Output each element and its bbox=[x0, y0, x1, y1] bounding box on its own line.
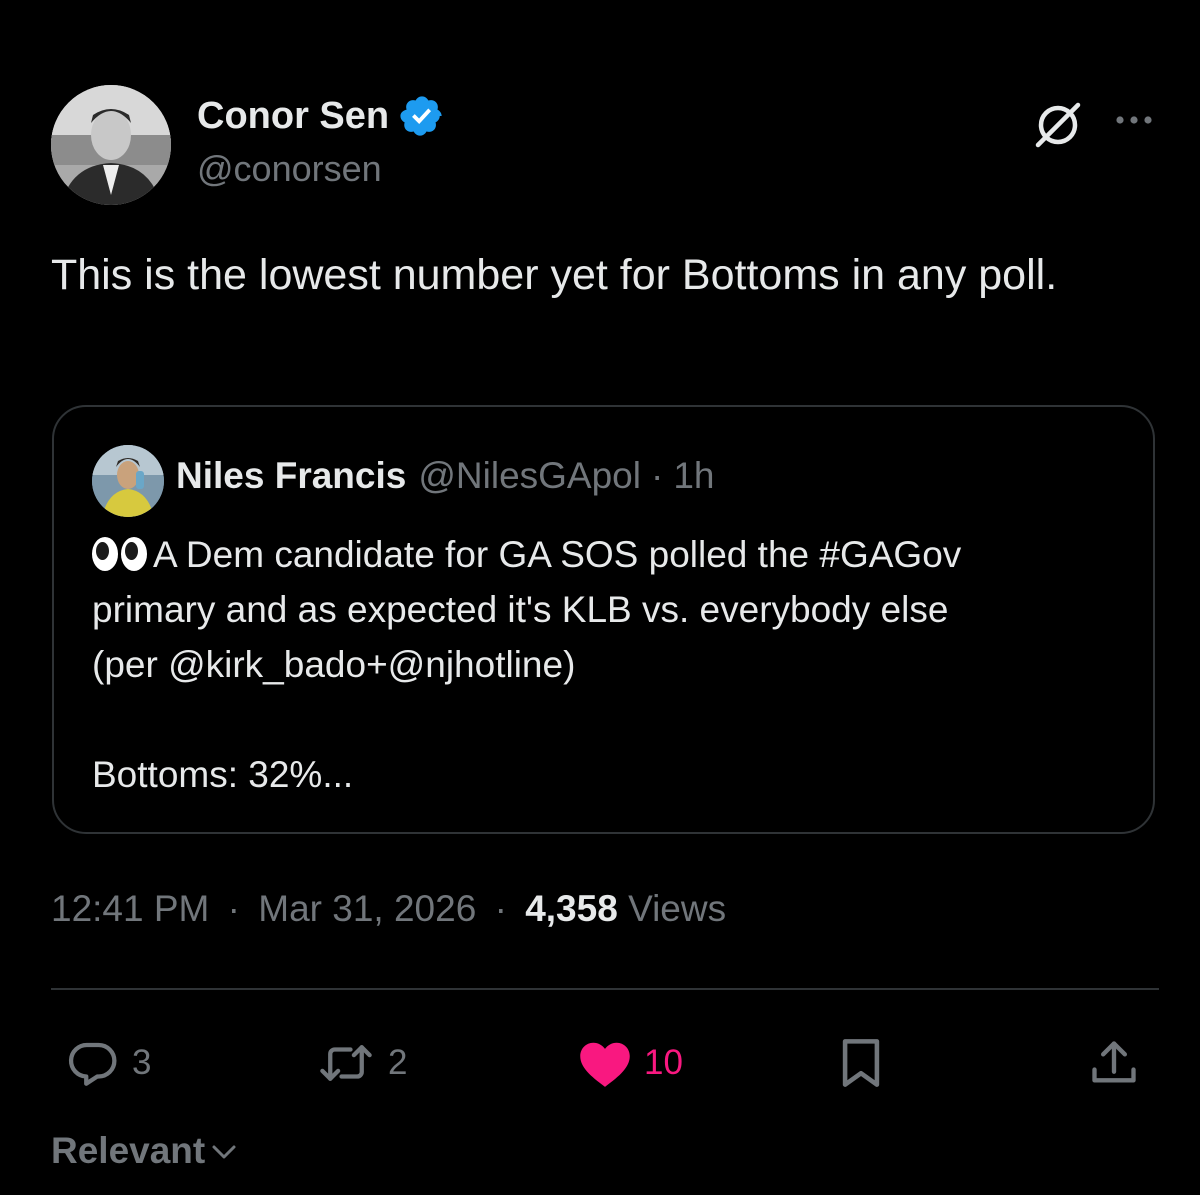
views-count: 4,358 bbox=[525, 888, 618, 929]
quoted-author-avatar[interactable] bbox=[92, 445, 164, 517]
quoted-tweet-card[interactable]: Niles Francis @NilesGApol · 1h A Dem can… bbox=[52, 405, 1155, 834]
quoted-body-line-4: Bottoms: 32%... bbox=[92, 754, 354, 795]
tweet-time[interactable]: 12:41 PM bbox=[51, 888, 209, 929]
repost-button[interactable]: 2 bbox=[316, 1035, 407, 1091]
quoted-header: Niles Francis @NilesGApol · 1h bbox=[176, 455, 714, 497]
views-label: Views bbox=[628, 888, 727, 929]
quoted-body-line-3: (per @kirk_bado+@njhotline) bbox=[92, 644, 576, 685]
repost-count: 2 bbox=[388, 1043, 408, 1082]
quoted-author-name[interactable]: Niles Francis bbox=[176, 455, 406, 497]
sort-label: Relevant bbox=[51, 1130, 206, 1171]
tweet-date[interactable]: Mar 31, 2026 bbox=[258, 888, 476, 929]
divider bbox=[51, 988, 1159, 990]
tweet-detail-page: Conor Sen @conorsen This is the lowest n… bbox=[0, 0, 1200, 1195]
author-name[interactable]: Conor Sen bbox=[197, 93, 445, 139]
reply-count: 3 bbox=[132, 1043, 152, 1082]
repost-icon bbox=[320, 1045, 372, 1081]
verified-badge-icon bbox=[400, 96, 442, 136]
meta-separator-1: · bbox=[227, 888, 240, 929]
quoted-body-line-1: A Dem candidate for GA SOS polled the #G… bbox=[92, 527, 1102, 582]
grok-icon[interactable] bbox=[1030, 97, 1086, 153]
quoted-body-line-1-text: A Dem candidate for GA SOS polled the #G… bbox=[153, 534, 962, 575]
quoted-body: A Dem candidate for GA SOS polled the #G… bbox=[92, 527, 1102, 802]
heart-icon bbox=[580, 1042, 630, 1087]
like-button[interactable]: 10 bbox=[578, 1035, 683, 1091]
chevron-down-icon bbox=[212, 1145, 236, 1159]
author-avatar[interactable] bbox=[51, 85, 171, 205]
quoted-author-handle[interactable]: @NilesGApol bbox=[418, 455, 641, 497]
like-count: 10 bbox=[644, 1043, 683, 1082]
share-icon bbox=[1092, 1041, 1136, 1083]
author-name-text: Conor Sen bbox=[197, 94, 390, 137]
tweet-meta: 12:41 PM · Mar 31, 2026 · 4,358 Views bbox=[51, 888, 726, 930]
eyes-emoji-icon bbox=[92, 537, 147, 571]
meta-separator-2: · bbox=[494, 888, 507, 929]
bookmark-button[interactable] bbox=[836, 1035, 886, 1091]
reply-icon bbox=[68, 1042, 117, 1086]
quoted-body-line-2: primary and as expected it's KLB vs. eve… bbox=[92, 589, 949, 630]
quoted-body-spacer bbox=[92, 692, 1102, 747]
tweet-text: This is the lowest number yet for Bottom… bbox=[51, 251, 1058, 299]
reply-button[interactable]: 3 bbox=[66, 1035, 151, 1091]
bookmark-icon bbox=[842, 1039, 880, 1087]
author-handle[interactable]: @conorsen bbox=[197, 148, 382, 190]
quoted-separator: · bbox=[650, 455, 664, 496]
share-button[interactable] bbox=[1088, 1035, 1140, 1091]
sort-relevant-dropdown[interactable]: Relevant bbox=[51, 1130, 239, 1172]
quoted-time[interactable]: 1h bbox=[673, 455, 714, 497]
more-options-icon[interactable] bbox=[1112, 105, 1156, 135]
